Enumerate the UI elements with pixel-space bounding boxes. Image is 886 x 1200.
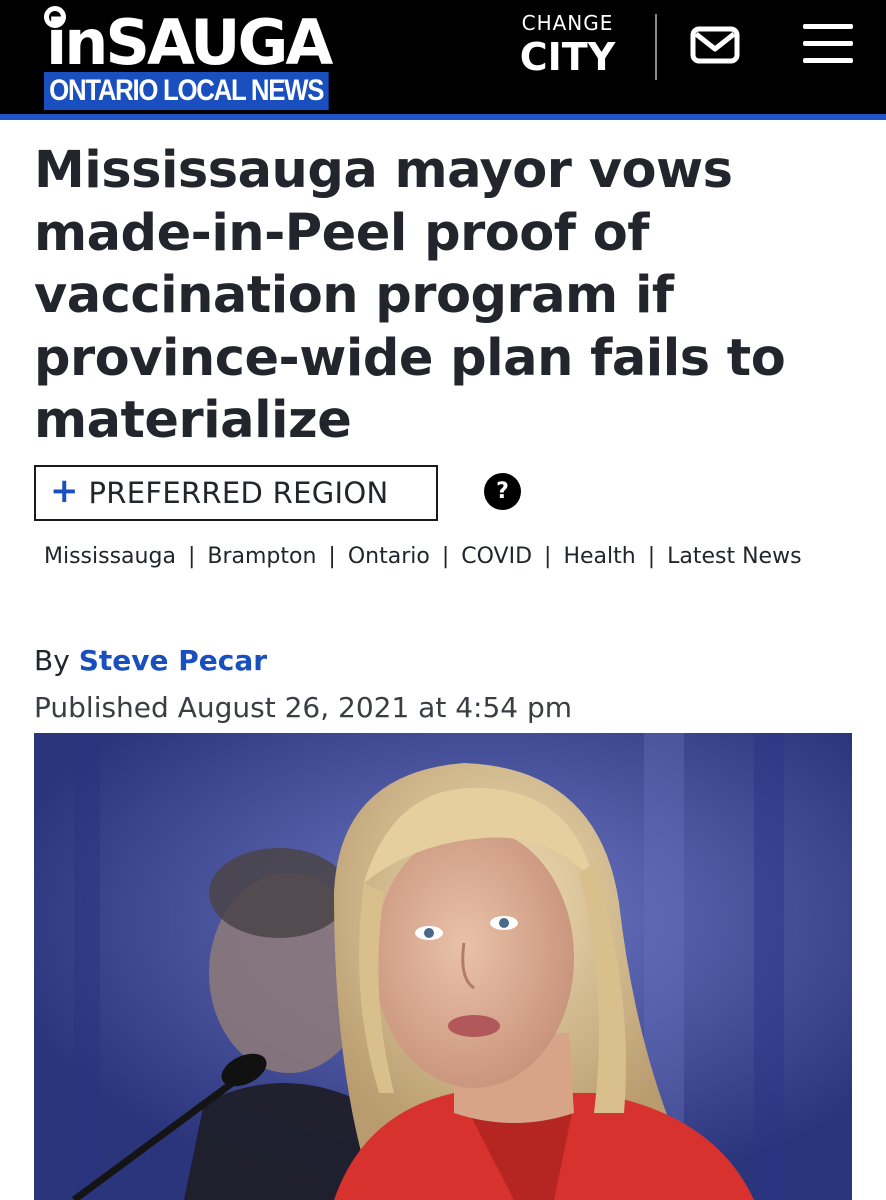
help-icon[interactable]: ? bbox=[484, 473, 521, 510]
hamburger-menu-icon[interactable] bbox=[803, 22, 855, 66]
logo-tagline: ONTARIO LOCAL NEWS bbox=[44, 72, 329, 110]
byline-prefix: By bbox=[34, 644, 70, 677]
logo-wordmark: inSAUGA bbox=[46, 6, 333, 79]
plus-icon: + bbox=[50, 471, 79, 511]
byline: By Steve Pecar bbox=[34, 641, 267, 681]
tag-separator: | bbox=[544, 544, 552, 569]
tag-separator: | bbox=[647, 544, 656, 569]
preferred-region-label: PREFERRED REGION bbox=[88, 476, 389, 510]
change-city-button[interactable]: CHANGE CITY bbox=[510, 10, 625, 85]
site-logo[interactable]: inSAUGA ONTARIO LOCAL NEWS bbox=[42, 6, 333, 110]
article-photo bbox=[34, 733, 852, 1200]
tag-link-mississauga[interactable]: Mississauga bbox=[44, 544, 176, 569]
author-link[interactable]: Steve Pecar bbox=[79, 644, 267, 677]
envelope-icon[interactable] bbox=[690, 26, 740, 66]
tag-link-ontario[interactable]: Ontario bbox=[348, 544, 430, 569]
tag-link-brampton[interactable]: Brampton bbox=[207, 544, 316, 569]
header-accent-rule bbox=[0, 114, 886, 120]
tag-separator: | bbox=[328, 544, 336, 569]
tag-separator: | bbox=[441, 544, 450, 569]
tag-separator: | bbox=[187, 544, 196, 569]
change-city-label-top: CHANGE bbox=[521, 11, 614, 35]
header-divider bbox=[655, 14, 657, 80]
article-tags: Mississauga | Brampton | Ontario | COVID | Healt… bbox=[44, 530, 844, 584]
tag-link-covid[interactable]: COVID bbox=[461, 544, 532, 569]
tag-link-health[interactable]: Health bbox=[563, 544, 635, 569]
preferred-region-button[interactable]: + PREFERRED REGION bbox=[34, 465, 438, 521]
published-date: Published August 26, 2021 at 4:54 pm bbox=[34, 691, 573, 724]
tag-link-latest-news[interactable]: Latest News bbox=[667, 544, 801, 569]
change-city-label-bottom: CITY bbox=[519, 35, 616, 79]
site-header: inSAUGA ONTARIO LOCAL NEWS CHANGE CITY bbox=[0, 0, 886, 114]
article-title: Mississauga mayor vows made-in-Peel proo… bbox=[34, 141, 786, 450]
